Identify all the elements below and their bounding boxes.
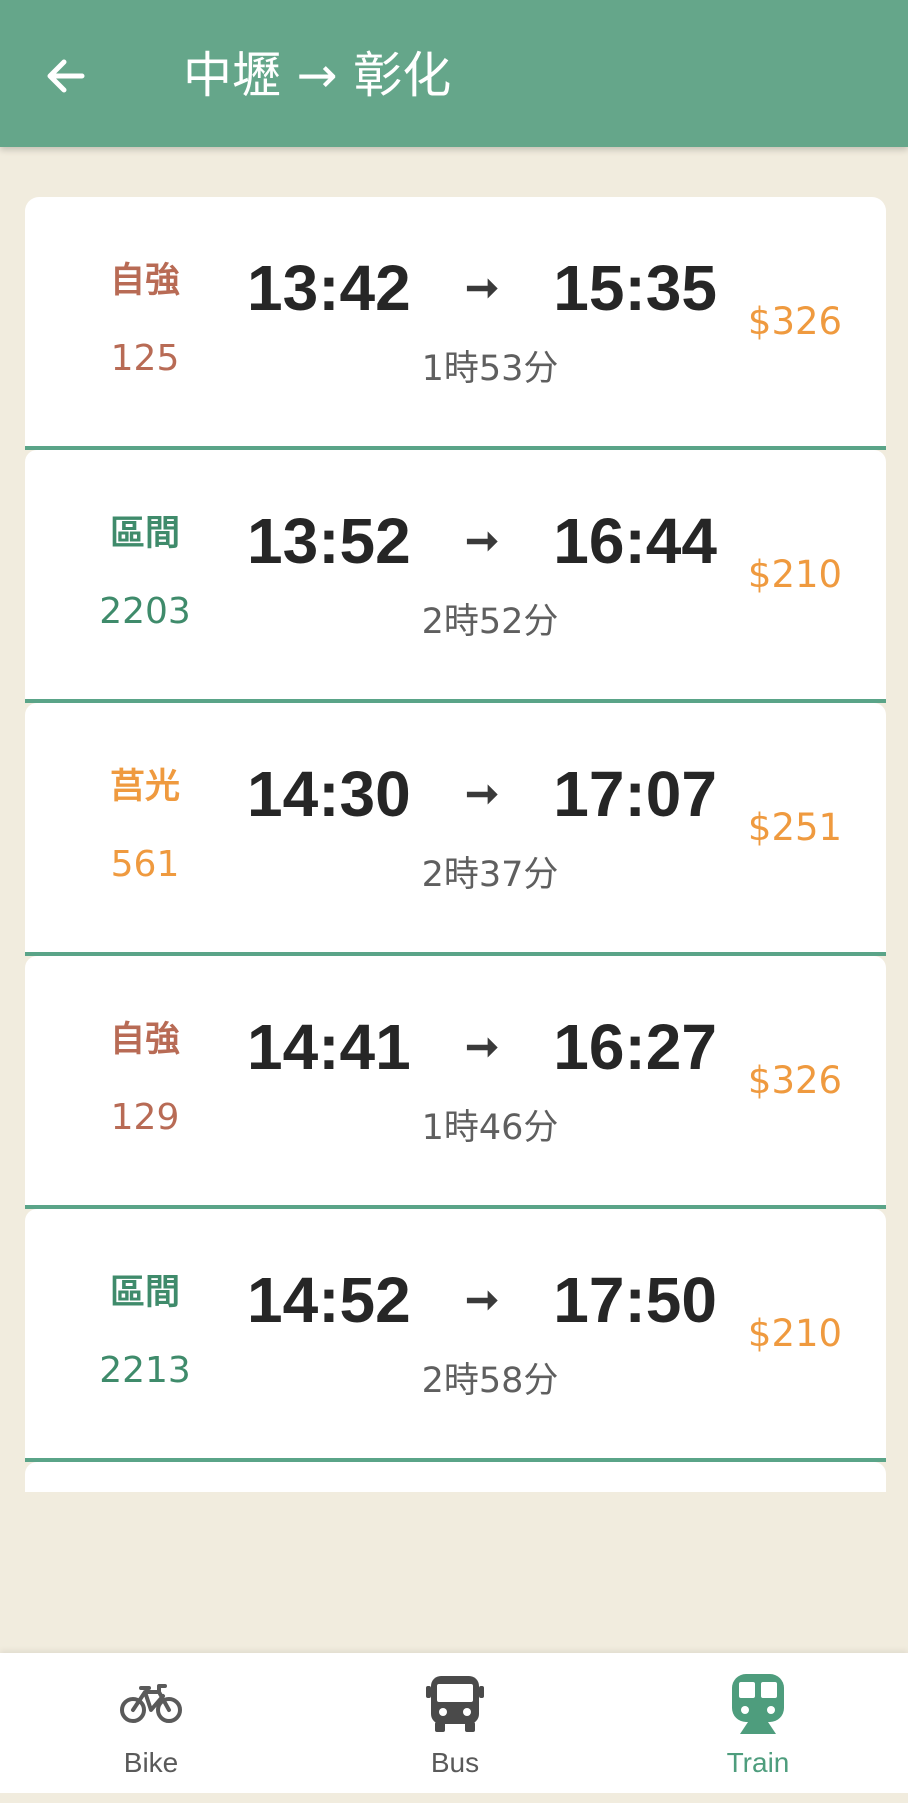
train-number: 561 xyxy=(110,844,180,885)
train-type: 自強 xyxy=(109,1020,180,1060)
bottom-navigation: Bike Bus Train xyxy=(0,1653,908,1803)
arrow-right-icon: ➞ xyxy=(465,1278,499,1322)
travel-duration: 2時58分 xyxy=(421,1361,559,1401)
time-range: 14:41 ➞ 16:27 xyxy=(247,1010,717,1084)
depart-time: 14:52 xyxy=(247,1264,411,1336)
arrow-right-icon: ➞ xyxy=(465,772,499,816)
ticket-price: $210 xyxy=(747,553,843,596)
train-card[interactable]: 自強 125 13:42 ➞ 15:35 1時53分 $326 xyxy=(25,197,886,450)
bike-icon xyxy=(118,1671,184,1737)
arrive-time: 17:50 xyxy=(553,1264,717,1336)
train-type: 區間 xyxy=(109,1273,180,1313)
arrow-right-icon: ➞ xyxy=(465,519,499,563)
train-card[interactable]: 自強 129 14:41 ➞ 16:27 1時46分 $326 xyxy=(25,956,886,1209)
ticket-price: $326 xyxy=(747,1059,843,1102)
depart-time: 13:52 xyxy=(247,505,411,577)
travel-duration: 2時52分 xyxy=(421,602,559,642)
nav-train-label: Train xyxy=(726,1747,790,1778)
depart-time: 14:41 xyxy=(247,1011,411,1083)
nav-bus-label: Bus xyxy=(430,1747,480,1778)
arrive-time: 16:27 xyxy=(553,1011,717,1083)
ticket-price: $326 xyxy=(747,300,843,343)
train-number: 129 xyxy=(110,1097,180,1138)
travel-duration: 1時53分 xyxy=(421,349,559,389)
arrow-right-icon: ➞ xyxy=(465,266,499,310)
nav-bike[interactable]: Bike xyxy=(51,1671,251,1791)
ticket-price: $210 xyxy=(747,1312,843,1355)
train-type: 莒光 xyxy=(109,767,180,807)
system-nav-strip xyxy=(0,1793,908,1803)
arrive-time: 15:35 xyxy=(553,252,717,324)
page-title: 中壢 → 彰化 xyxy=(183,47,452,104)
travel-duration: 1時46分 xyxy=(421,1108,559,1148)
train-card[interactable]: 區間 2213 14:52 ➞ 17:50 2時58分 $210 xyxy=(25,1209,886,1462)
train-card[interactable]: 區間 2203 13:52 ➞ 16:44 2時52分 $210 xyxy=(25,450,886,703)
train-card-partial[interactable] xyxy=(25,1462,886,1492)
travel-duration: 2時37分 xyxy=(421,855,559,895)
time-range: 14:30 ➞ 17:07 xyxy=(247,757,717,831)
time-range: 13:42 ➞ 15:35 xyxy=(247,251,717,325)
arrow-right-icon: ➞ xyxy=(465,1025,499,1069)
nav-train[interactable]: Train xyxy=(658,1671,858,1791)
train-number: 125 xyxy=(110,338,180,379)
arrow-left-icon xyxy=(47,59,85,93)
train-number: 2203 xyxy=(99,591,191,632)
ticket-price: $251 xyxy=(747,806,843,849)
bus-icon xyxy=(422,1671,488,1737)
app-bar: 中壢 → 彰化 xyxy=(0,0,908,147)
train-type: 自強 xyxy=(109,261,180,301)
arrive-time: 17:07 xyxy=(553,758,717,830)
time-range: 14:52 ➞ 17:50 xyxy=(247,1263,717,1337)
train-number: 2213 xyxy=(99,1350,191,1391)
nav-bike-label: Bike xyxy=(123,1747,179,1778)
nav-bus[interactable]: Bus xyxy=(355,1671,555,1791)
train-list[interactable]: 自強 125 13:42 ➞ 15:35 1時53分 $326 區間 2203 … xyxy=(25,197,886,1492)
time-range: 13:52 ➞ 16:44 xyxy=(247,504,717,578)
train-icon xyxy=(725,1671,791,1737)
depart-time: 14:30 xyxy=(247,758,411,830)
train-card[interactable]: 莒光 561 14:30 ➞ 17:07 2時37分 $251 xyxy=(25,703,886,956)
train-type: 區間 xyxy=(109,514,180,554)
depart-time: 13:42 xyxy=(247,252,411,324)
back-button[interactable] xyxy=(38,44,94,108)
arrive-time: 16:44 xyxy=(553,505,717,577)
